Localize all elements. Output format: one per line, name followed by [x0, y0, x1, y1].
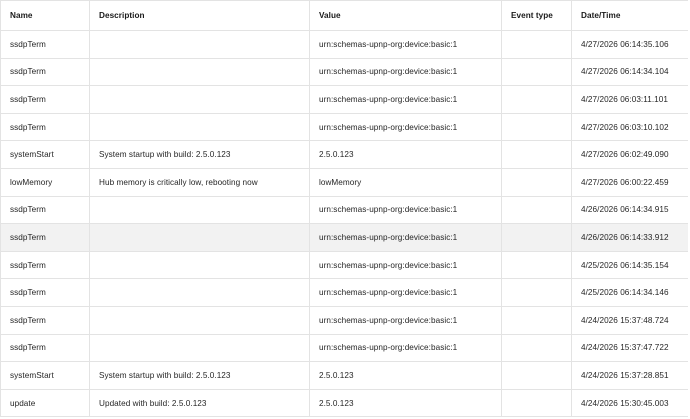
- table-row[interactable]: ssdpTerm urn:schemas-upnp-org:device:bas…: [0, 112, 688, 142]
- cell-datetime: 4/27/2026 06:14:35.106: [571, 30, 688, 59]
- cell-datetime: 4/24/2026 15:30:45.003: [571, 388, 688, 418]
- cell-description: [89, 305, 310, 335]
- cell-value: 2.5.0.123: [309, 140, 502, 169]
- cell-name: ssdpTerm: [0, 195, 90, 225]
- header-row: Name Description Value Event type Date/T…: [0, 0, 688, 31]
- table-row[interactable]: systemStart System startup with build: 2…: [0, 140, 688, 169]
- table-header: Name Description Value Event type Date/T…: [0, 0, 688, 31]
- column-header-value[interactable]: Value: [309, 0, 502, 31]
- cell-datetime: 4/25/2026 06:14:35.154: [571, 250, 688, 280]
- cell-event-type: [501, 167, 572, 197]
- cell-description: [89, 85, 310, 114]
- table-row[interactable]: ssdpTerm urn:schemas-upnp-org:device:bas…: [0, 85, 688, 114]
- table-row[interactable]: update Updated with build: 2.5.0.123 2.5…: [0, 388, 688, 418]
- cell-name: ssdpTerm: [0, 112, 90, 142]
- table-row[interactable]: ssdpTerm urn:schemas-upnp-org:device:bas…: [0, 333, 688, 363]
- cell-name: ssdpTerm: [0, 30, 90, 59]
- table-body: ssdpTerm urn:schemas-upnp-org:device:bas…: [0, 30, 688, 418]
- cell-name: update: [0, 388, 90, 418]
- cell-description: [89, 30, 310, 59]
- cell-event-type: [501, 305, 572, 335]
- cell-name: ssdpTerm: [0, 57, 90, 87]
- table-row[interactable]: ssdpTerm urn:schemas-upnp-org:device:bas…: [0, 278, 688, 307]
- cell-event-type: [501, 361, 572, 390]
- events-table-container: Name Description Value Event type Date/T…: [0, 0, 688, 419]
- cell-event-type: [501, 250, 572, 280]
- cell-event-type: [501, 57, 572, 87]
- cell-event-type: [501, 85, 572, 114]
- table-row[interactable]: ssdpTerm urn:schemas-upnp-org:device:bas…: [0, 57, 688, 87]
- cell-name: ssdpTerm: [0, 85, 90, 114]
- cell-value: 2.5.0.123: [309, 388, 502, 418]
- table-row[interactable]: lowMemory Hub memory is critically low, …: [0, 167, 688, 197]
- cell-description: [89, 250, 310, 280]
- cell-description: [89, 195, 310, 225]
- events-table: Name Description Value Event type Date/T…: [0, 0, 688, 418]
- cell-description: [89, 278, 310, 307]
- column-header-datetime[interactable]: Date/Time: [571, 0, 688, 31]
- column-header-name[interactable]: Name: [0, 0, 90, 31]
- cell-name: ssdpTerm: [0, 250, 90, 280]
- cell-event-type: [501, 223, 572, 252]
- cell-value: urn:schemas-upnp-org:device:basic:1: [309, 112, 502, 142]
- cell-event-type: [501, 278, 572, 307]
- cell-name: ssdpTerm: [0, 223, 90, 252]
- cell-value: urn:schemas-upnp-org:device:basic:1: [309, 223, 502, 252]
- cell-event-type: [501, 333, 572, 363]
- cell-datetime: 4/24/2026 15:37:48.724: [571, 305, 688, 335]
- cell-datetime: 4/27/2026 06:14:34.104: [571, 57, 688, 87]
- cell-name: systemStart: [0, 140, 90, 169]
- cell-description: Hub memory is critically low, rebooting …: [89, 167, 310, 197]
- cell-description: System startup with build: 2.5.0.123: [89, 140, 310, 169]
- cell-event-type: [501, 195, 572, 225]
- cell-value: urn:schemas-upnp-org:device:basic:1: [309, 57, 502, 87]
- table-row[interactable]: systemStart System startup with build: 2…: [0, 361, 688, 390]
- cell-value: urn:schemas-upnp-org:device:basic:1: [309, 30, 502, 59]
- cell-description: [89, 112, 310, 142]
- cell-datetime: 4/27/2026 06:02:49.090: [571, 140, 688, 169]
- cell-value: urn:schemas-upnp-org:device:basic:1: [309, 85, 502, 114]
- cell-value: urn:schemas-upnp-org:device:basic:1: [309, 333, 502, 363]
- cell-description: [89, 57, 310, 87]
- cell-datetime: 4/27/2026 06:00:22.459: [571, 167, 688, 197]
- cell-name: systemStart: [0, 361, 90, 390]
- cell-name: ssdpTerm: [0, 333, 90, 363]
- table-row[interactable]: ssdpTerm urn:schemas-upnp-org:device:bas…: [0, 195, 688, 225]
- cell-value: urn:schemas-upnp-org:device:basic:1: [309, 250, 502, 280]
- cell-description: Updated with build: 2.5.0.123: [89, 388, 310, 418]
- cell-event-type: [501, 388, 572, 418]
- table-row[interactable]: ssdpTerm urn:schemas-upnp-org:device:bas…: [0, 250, 688, 280]
- cell-value: lowMemory: [309, 167, 502, 197]
- cell-value: urn:schemas-upnp-org:device:basic:1: [309, 305, 502, 335]
- cell-datetime: 4/27/2026 06:03:11.101: [571, 85, 688, 114]
- cell-value: urn:schemas-upnp-org:device:basic:1: [309, 278, 502, 307]
- column-header-description[interactable]: Description: [89, 0, 310, 31]
- cell-datetime: 4/27/2026 06:03:10.102: [571, 112, 688, 142]
- table-row[interactable]: ssdpTerm urn:schemas-upnp-org:device:bas…: [0, 305, 688, 335]
- cell-name: ssdpTerm: [0, 305, 90, 335]
- cell-event-type: [501, 140, 572, 169]
- cell-name: lowMemory: [0, 167, 90, 197]
- cell-description: System startup with build: 2.5.0.123: [89, 361, 310, 390]
- cell-datetime: 4/24/2026 15:37:47.722: [571, 333, 688, 363]
- cell-datetime: 4/26/2026 06:14:34.915: [571, 195, 688, 225]
- column-header-event-type[interactable]: Event type: [501, 0, 572, 31]
- cell-datetime: 4/26/2026 06:14:33.912: [571, 223, 688, 252]
- cell-datetime: 4/25/2026 06:14:34.146: [571, 278, 688, 307]
- cell-name: ssdpTerm: [0, 278, 90, 307]
- table-row-hovered[interactable]: ssdpTerm urn:schemas-upnp-org:device:bas…: [0, 223, 688, 252]
- cell-value: urn:schemas-upnp-org:device:basic:1: [309, 195, 502, 225]
- cell-value: 2.5.0.123: [309, 361, 502, 390]
- cell-datetime: 4/24/2026 15:37:28.851: [571, 361, 688, 390]
- table-row[interactable]: ssdpTerm urn:schemas-upnp-org:device:bas…: [0, 30, 688, 59]
- cell-event-type: [501, 112, 572, 142]
- cell-description: [89, 333, 310, 363]
- cell-event-type: [501, 30, 572, 59]
- cell-description: [89, 223, 310, 252]
